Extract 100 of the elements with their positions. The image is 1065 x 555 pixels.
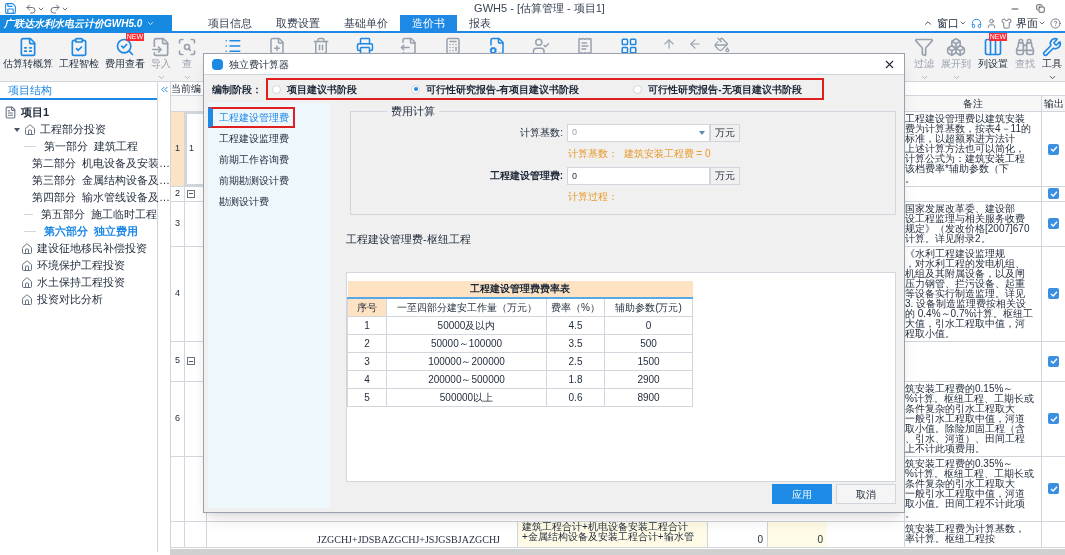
collapse-icon[interactable]	[158, 84, 170, 95]
paint-bucket-icon[interactable]	[714, 37, 730, 53]
fee-input[interactable]: 0	[567, 166, 710, 185]
fee-item[interactable]: 工程建设监理费	[213, 128, 293, 149]
tool-icon[interactable]	[488, 37, 506, 55]
grid-caption: 当前编	[171, 82, 201, 96]
tree-item[interactable]: 环境保护工程投资	[37, 257, 125, 274]
tree-item[interactable]: 建设征地移民补偿投资	[37, 240, 147, 257]
toolbar-button[interactable]: 工程智检	[56, 33, 102, 71]
output-checkbox[interactable]	[1048, 188, 1059, 200]
house-icon	[21, 276, 33, 289]
caret-icon	[1038, 19, 1046, 27]
row-number-cell: 1	[171, 112, 185, 186]
column-header: 费率（%）	[546, 297, 605, 317]
tool-icon[interactable]	[224, 37, 242, 55]
dialog-title: 独立费计算器	[229, 57, 289, 72]
window-menu[interactable]: 窗口	[937, 14, 967, 32]
fee-item[interactable]: 前期勘测设计费	[213, 170, 293, 191]
house-icon	[21, 259, 33, 272]
base-note: 计算基数： 建筑安装工程费 = 0	[568, 146, 712, 161]
menu-tab[interactable]: 报表	[457, 15, 503, 31]
move-left-icon[interactable]	[688, 37, 702, 51]
tool-icon[interactable]	[576, 37, 594, 55]
toolbar-button[interactable]: 估算转概算	[0, 33, 56, 71]
expression-cell: 建筑工程合计+机电设备安装工程合计 +金属结构设备及安装工程合计+输水管	[517, 521, 707, 547]
tool-icon	[1015, 37, 1035, 57]
value-cell: 0	[767, 521, 827, 547]
caret-icon	[1047, 73, 1057, 82]
table-cell: 2900	[604, 370, 693, 389]
cancel-button[interactable]: 取消	[836, 484, 896, 504]
tool-icon[interactable]	[620, 37, 638, 55]
tool-icon[interactable]	[444, 37, 462, 55]
tree-item[interactable]: 第四部分 输水管线设备及…	[32, 189, 171, 206]
move-up-icon[interactable]	[662, 37, 676, 51]
fee-item[interactable]: 工程建设管理费	[208, 107, 295, 128]
output-checkbox[interactable]	[1048, 288, 1059, 299]
toolbar-button[interactable]: 工具	[1039, 33, 1065, 82]
interface-menu[interactable]: 界面	[1016, 14, 1046, 32]
table-cell: 4.5	[546, 316, 605, 335]
tree-item[interactable]: 工程部分投资	[40, 121, 106, 138]
apply-button[interactable]: 应用	[772, 484, 832, 504]
restore-icon[interactable]	[1036, 4, 1045, 13]
tree-item[interactable]: 第三部分 金属结构设备及…	[32, 172, 171, 189]
menu-tab[interactable]: 项目信息	[196, 15, 264, 31]
table-cell: 1	[189, 142, 194, 156]
chevron-up-icon[interactable]	[923, 18, 933, 28]
fee-item[interactable]: 前期工作咨询费	[213, 149, 293, 170]
help-icon[interactable]	[1050, 17, 1061, 29]
tree-item[interactable]: 第二部分 机电设备及安装…	[32, 155, 171, 172]
menu-tab[interactable]: 造价书	[400, 15, 457, 31]
user-icon[interactable]	[986, 17, 997, 29]
headset-icon[interactable]	[971, 17, 982, 29]
tree-item[interactable]: 第五部分 施工临时工程	[40, 206, 157, 223]
table-cell: 100000～200000	[386, 352, 547, 371]
expand-triangle-icon[interactable]	[14, 127, 20, 132]
tree-item[interactable]: 水土保持工程投资	[37, 274, 125, 291]
phase-label: 编制阶段：	[212, 82, 262, 97]
tool-icon	[18, 37, 38, 57]
phase-radio[interactable]: 可行性研究报告-无项目建议书阶段	[633, 81, 802, 97]
collapse-box-icon[interactable]	[187, 357, 195, 365]
phase-radio[interactable]: 项目建议书阶段	[272, 81, 357, 97]
table-cell: 0	[604, 316, 693, 335]
tree-item[interactable]: 项目1	[21, 104, 50, 121]
output-checkbox[interactable]	[1048, 218, 1059, 229]
undo-icon[interactable]	[25, 2, 37, 15]
table-cell: 1500	[604, 352, 693, 371]
phase-radio[interactable]: 可行性研究报告-有项目建议书阶段	[411, 81, 580, 97]
horizontal-scrollbar[interactable]	[170, 549, 1065, 555]
table-cell: 1.8	[546, 370, 605, 389]
fee-item[interactable]: 勘测设计费	[213, 191, 273, 212]
field-label: 计算基数:	[519, 126, 563, 140]
output-checkbox[interactable]	[1048, 143, 1059, 155]
caret-icon	[919, 73, 929, 82]
output-checkbox[interactable]	[1048, 355, 1059, 367]
sidebar-tab[interactable]: 项目结构	[0, 82, 60, 98]
menu-tab[interactable]: 取费设置	[264, 15, 332, 31]
tool-icon[interactable]	[268, 37, 286, 55]
product-menu-button[interactable]: 广联达水利水电云计价GWH5.0	[0, 15, 172, 31]
redo-icon[interactable]	[49, 2, 61, 15]
collapse-box-icon[interactable]	[187, 189, 195, 198]
unit-label: 万元	[710, 166, 740, 185]
tool-icon[interactable]	[532, 37, 550, 55]
menu-tab[interactable]: 基础单价	[332, 15, 400, 31]
table-cell: 0.6	[546, 388, 605, 407]
table-cell: 3.5	[546, 334, 605, 353]
output-checkbox[interactable]	[1048, 483, 1059, 494]
caret-icon	[182, 73, 192, 82]
tree-item[interactable]: 第六部分 独立费用	[44, 223, 139, 240]
table-cell: 50000～100000	[386, 334, 547, 353]
tree-item[interactable]: 第一部分 建筑工程	[44, 138, 139, 155]
save-icon[interactable]	[4, 2, 17, 15]
table-title: 工程建设管理费费率表	[347, 280, 693, 298]
tree-item[interactable]: 投资对比分析	[37, 291, 103, 308]
tool-icon[interactable]	[356, 37, 374, 55]
column-header: 输出	[1043, 97, 1064, 111]
output-checkbox[interactable]	[1048, 413, 1059, 424]
tool-icon[interactable]	[400, 37, 418, 55]
column-header: 一至四部分建安工作量（万元）	[386, 297, 547, 317]
tool-icon	[946, 37, 966, 57]
dropdown-arrow-icon	[699, 130, 705, 135]
